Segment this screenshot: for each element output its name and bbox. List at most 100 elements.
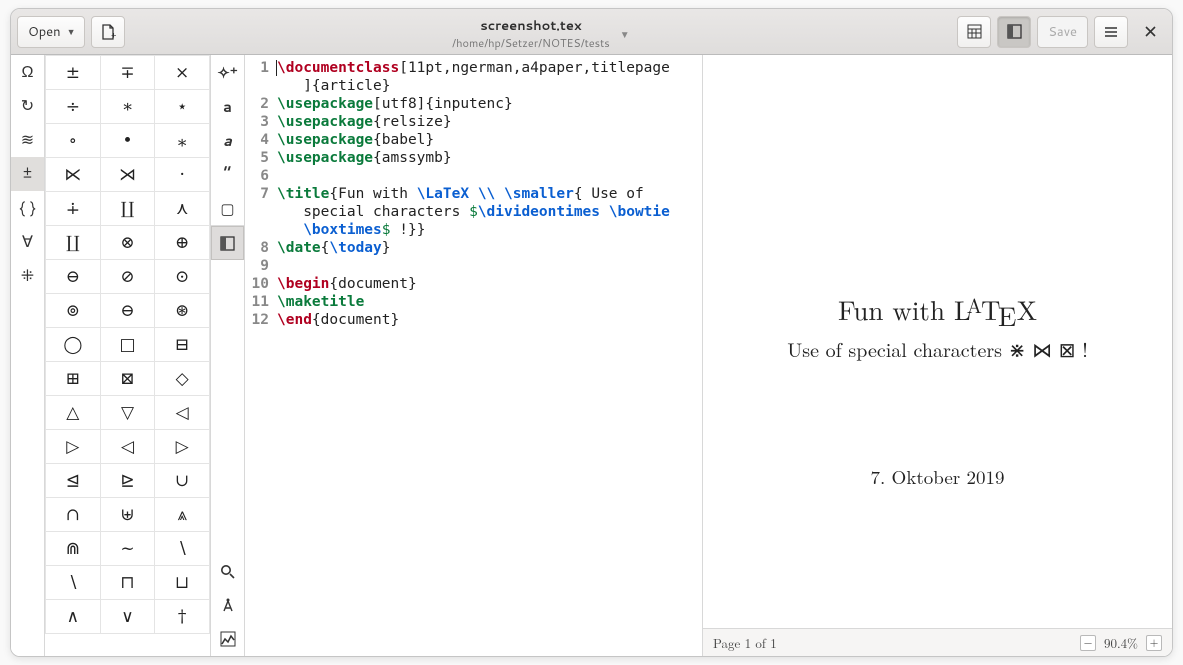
symbol-tab[interactable]: ± xyxy=(11,157,44,191)
line-gutter: 1 234567 89101112 xyxy=(245,55,275,656)
symbol-cell[interactable]: ~ xyxy=(100,532,155,566)
symbol-cell[interactable]: † xyxy=(155,600,210,634)
object-tool[interactable]: ▢ xyxy=(211,191,244,225)
symbol-cell[interactable]: ∐ xyxy=(46,226,101,260)
quote-icon: “ xyxy=(223,160,231,188)
symbol-cell[interactable]: ∨ xyxy=(100,600,155,634)
symbol-cell[interactable]: ⊟ xyxy=(155,328,210,362)
symbol-cell[interactable]: ∖ xyxy=(155,532,210,566)
symbol-cell[interactable]: ⊙ xyxy=(155,260,210,294)
spellcheck-tool[interactable] xyxy=(211,588,244,622)
symbol-grid: ±∓×÷∗⋆∘•⁎⋉⋊·∔∐⋏∐⊗⊕⊖⊘⊙⊚⊖⊛◯□⊟⊞⊠◇△▽◁▷◁▷⊴⊵∪∩… xyxy=(45,55,210,656)
symbol-cell[interactable]: ∐ xyxy=(100,192,155,226)
symbol-cell[interactable]: ⩓ xyxy=(155,498,210,532)
symbol-cell[interactable]: ⊔ xyxy=(155,566,210,600)
symbol-cell[interactable]: ⊘ xyxy=(100,260,155,294)
symbol-tab[interactable]: ↻ xyxy=(11,89,44,123)
symbol-cell[interactable]: ∓ xyxy=(100,56,155,90)
symbol-tab[interactable]: ⁜ xyxy=(11,259,44,293)
wizard-tool[interactable]: ✧⁺ xyxy=(211,55,244,89)
close-button[interactable] xyxy=(1134,25,1166,38)
headerbar: Open ▼ + screenshot.tex /home/hp/Setzer/… xyxy=(11,9,1172,55)
symbol-cell[interactable]: □ xyxy=(100,328,155,362)
symbol-cell[interactable]: ◁ xyxy=(155,396,210,430)
symbol-cell[interactable]: • xyxy=(100,124,155,158)
symbol-cell[interactable]: ⋏ xyxy=(155,192,210,226)
page-status: Page 1 of 1 xyxy=(713,633,777,652)
preview-date: 7. Oktober 2019 xyxy=(723,463,1152,490)
open-button-label: Open xyxy=(28,23,61,41)
symbol-cell[interactable]: ⋉ xyxy=(46,158,101,192)
symbol-cell[interactable]: ∘ xyxy=(46,124,101,158)
title-dropdown[interactable]: screenshot.tex /home/hp/Setzer/NOTES/tes… xyxy=(452,17,629,51)
zoom-out-button[interactable]: − xyxy=(1080,635,1096,651)
preview-page: Fun with LATEX Use of special characters… xyxy=(703,55,1172,490)
symbol-cell[interactable]: ⋆ xyxy=(155,90,210,124)
symbol-tab[interactable]: ≋ xyxy=(11,123,44,157)
zoom-level: 90.4% xyxy=(1104,633,1138,652)
quote-tool[interactable]: “ xyxy=(211,157,244,191)
symbol-cell[interactable]: ⊕ xyxy=(155,226,210,260)
symbol-cell[interactable]: ⋒ xyxy=(46,532,101,566)
symbol-tab[interactable]: Ω xyxy=(11,55,44,89)
symbol-cell[interactable]: ⊛ xyxy=(155,294,210,328)
chevron-down-icon: ▼ xyxy=(67,25,76,38)
symbol-cell[interactable]: ∧ xyxy=(46,600,101,634)
build-log-button[interactable] xyxy=(957,16,991,48)
symbol-cell[interactable]: ⊞ xyxy=(46,362,101,396)
symbol-cell[interactable]: · xyxy=(155,158,210,192)
symbol-cell[interactable]: ⊴ xyxy=(46,464,101,498)
symbol-cell[interactable]: ⋊ xyxy=(100,158,155,192)
symbol-cell[interactable]: ⊗ xyxy=(100,226,155,260)
symbol-cell[interactable]: ÷ xyxy=(46,90,101,124)
symbol-cell[interactable]: ⊓ xyxy=(100,566,155,600)
bold-icon: a xyxy=(223,96,232,117)
symbol-cell[interactable]: ⊖ xyxy=(46,260,101,294)
app-window: Open ▼ + screenshot.tex /home/hp/Setzer/… xyxy=(10,8,1173,657)
symbol-cell[interactable]: ⁎ xyxy=(155,124,210,158)
new-document-button[interactable]: + xyxy=(91,16,125,48)
wand-icon: ✧⁺ xyxy=(217,62,238,83)
symbol-cell[interactable]: ⊠ xyxy=(100,362,155,396)
tool-strip: ✧⁺ a a “ ▢ xyxy=(211,55,245,656)
symbol-cell[interactable]: ▽ xyxy=(100,396,155,430)
italic-tool[interactable]: a xyxy=(211,123,244,157)
symbol-cell[interactable]: ⊎ xyxy=(100,498,155,532)
symbol-cell[interactable]: ◁ xyxy=(100,430,155,464)
zoom-in-button[interactable]: + xyxy=(1146,635,1162,651)
search-tool[interactable] xyxy=(211,554,244,588)
frame-tool[interactable] xyxy=(211,226,244,260)
preview-title: Fun with LATEX xyxy=(723,290,1152,328)
symbol-cell[interactable]: ◯ xyxy=(46,328,101,362)
open-button[interactable]: Open ▼ xyxy=(17,16,85,48)
symbol-tab[interactable]: ∀ xyxy=(11,225,44,259)
symbol-cell[interactable]: ⊵ xyxy=(100,464,155,498)
code-content[interactable]: \documentclass[11pt,ngerman,a4paper,titl… xyxy=(275,55,702,656)
symbol-cell[interactable]: × xyxy=(155,56,210,90)
search-icon xyxy=(220,564,235,579)
symbol-cell[interactable]: ▷ xyxy=(46,430,101,464)
stats-tool[interactable] xyxy=(211,622,244,656)
save-button[interactable]: Save xyxy=(1037,16,1088,48)
preview-toggle-button[interactable] xyxy=(997,16,1031,48)
symbol-cell[interactable]: △ xyxy=(46,396,101,430)
symbol-cell[interactable]: ⊖ xyxy=(100,294,155,328)
grid-icon xyxy=(967,24,982,39)
symbol-cell[interactable]: ∖ xyxy=(46,566,101,600)
hamburger-icon xyxy=(1104,25,1118,39)
symbol-cell[interactable]: ± xyxy=(46,56,101,90)
code-editor[interactable]: 1 234567 89101112 \documentclass[11pt,ng… xyxy=(245,55,702,656)
symbol-cell[interactable]: ∪ xyxy=(155,464,210,498)
symbol-cell[interactable]: ∩ xyxy=(46,498,101,532)
symbol-sidebar: Ω↻≋±{ }∀⁜ ±∓×÷∗⋆∘•⁎⋉⋊·∔∐⋏∐⊗⊕⊖⊘⊙⊚⊖⊛◯□⊟⊞⊠◇… xyxy=(11,55,211,656)
menu-button[interactable] xyxy=(1094,16,1128,48)
symbol-cell[interactable]: ◇ xyxy=(155,362,210,396)
symbol-tab[interactable]: { } xyxy=(11,191,44,225)
symbol-cell[interactable]: ▷ xyxy=(155,430,210,464)
symbol-cell[interactable]: ∗ xyxy=(100,90,155,124)
symbol-cell[interactable]: ∔ xyxy=(46,192,101,226)
symbol-cell[interactable]: ⊚ xyxy=(46,294,101,328)
layout-split-icon xyxy=(1007,24,1022,39)
preview-title-prefix: Fun with xyxy=(838,290,954,328)
bold-tool[interactable]: a xyxy=(211,89,244,123)
